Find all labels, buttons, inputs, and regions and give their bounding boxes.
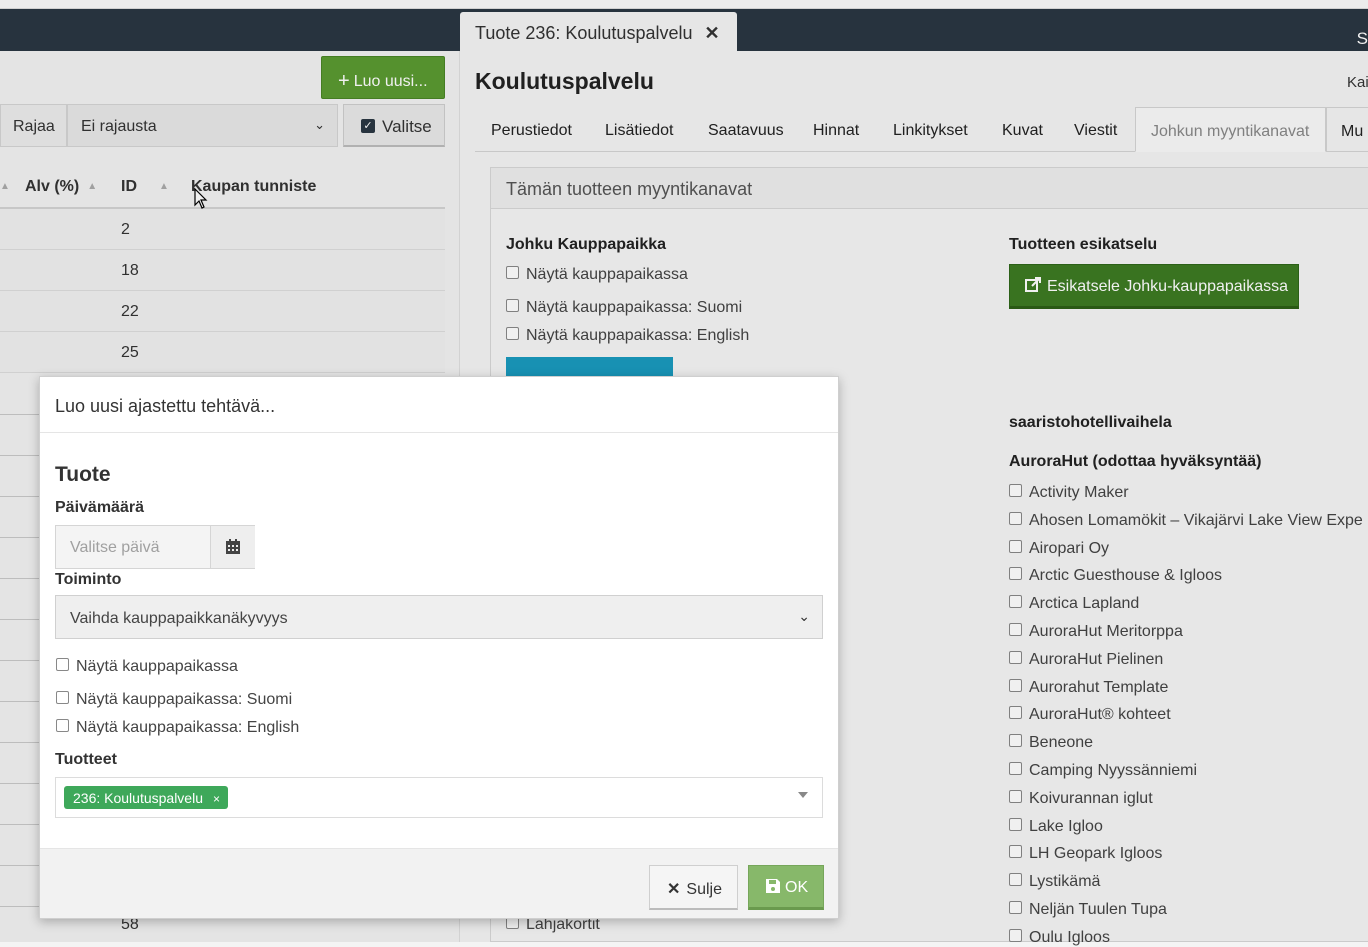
modal-show-in-marketplace-checkbox[interactable]: Näytä kauppapaikassa <box>56 658 238 676</box>
close-icon: ✕ <box>667 881 681 898</box>
modal-section-title: Tuote <box>55 463 111 486</box>
calendar-icon <box>226 539 240 554</box>
date-label: Päivämäärä <box>55 499 144 516</box>
checkbox[interactable] <box>56 658 69 672</box>
action-label: Toiminto <box>55 571 122 588</box>
checkbox[interactable] <box>56 691 69 705</box>
checkbox[interactable] <box>56 719 69 733</box>
close-button[interactable]: ✕ Sulje <box>649 865 738 910</box>
products-multiselect[interactable]: 236: Koulutuspalvelu × <box>55 777 823 818</box>
modal-title: Luo uusi ajastettu tehtävä... <box>40 377 838 433</box>
calendar-button[interactable] <box>210 526 255 568</box>
chevron-down-icon: ⌄ <box>798 608 810 624</box>
products-label: Tuotteet <box>55 751 117 768</box>
date-field[interactable]: Valitse päivä <box>55 525 255 569</box>
ok-button[interactable]: OK <box>748 865 824 910</box>
modal-footer: ✕ Sulje OK <box>40 848 838 918</box>
schedule-task-modal: Luo uusi ajastettu tehtävä... Tuote Päiv… <box>39 376 839 919</box>
action-select[interactable]: Vaihda kauppapaikkanäkyvyys ⌄ <box>55 595 823 639</box>
dropdown-arrow-icon[interactable] <box>798 792 808 798</box>
remove-tag-icon[interactable]: × <box>213 792 220 806</box>
save-icon <box>766 878 780 893</box>
modal-show-in-marketplace-en-checkbox[interactable]: Näytä kauppapaikassa: English <box>56 719 299 737</box>
product-tag: 236: Koulutuspalvelu × <box>64 786 229 809</box>
modal-show-in-marketplace-fi-checkbox[interactable]: Näytä kauppapaikassa: Suomi <box>56 691 292 709</box>
date-placeholder: Valitse päivä <box>70 539 160 556</box>
